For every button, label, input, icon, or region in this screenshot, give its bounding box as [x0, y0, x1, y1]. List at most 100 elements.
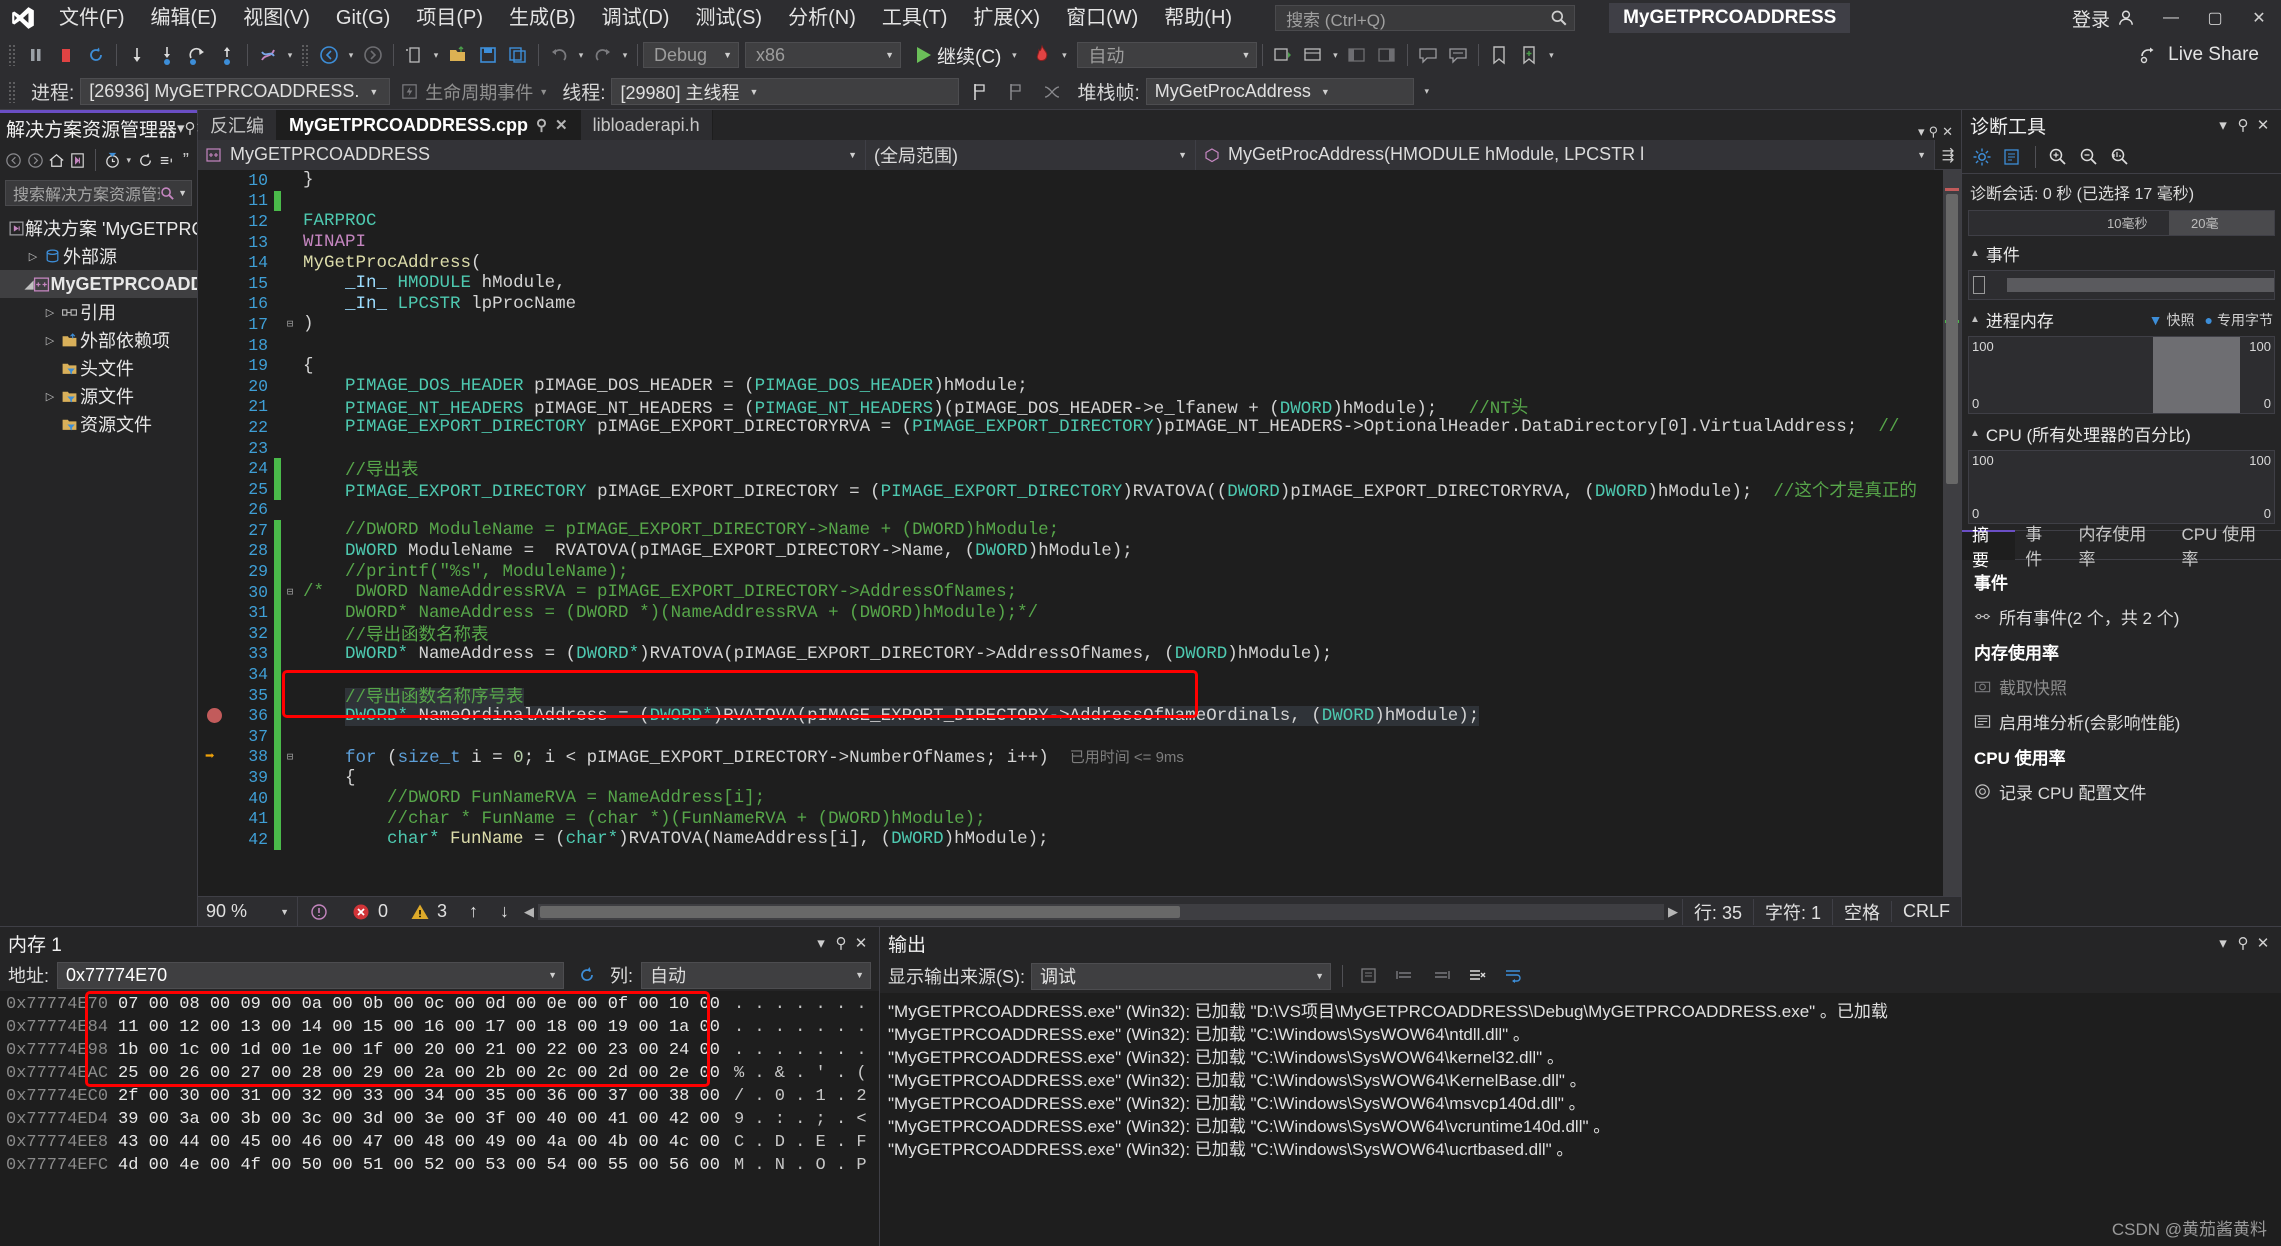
line-glyph-marg[interactable]: [198, 314, 236, 335]
memory-menu-icon[interactable]: ▾: [811, 932, 831, 954]
line-glyph-marg[interactable]: [198, 788, 236, 809]
code-line-11[interactable]: 11: [198, 191, 1943, 212]
line-glyph-marg[interactable]: [198, 520, 236, 541]
save-all-icon[interactable]: [503, 40, 533, 70]
toolbar-grip-2[interactable]: [301, 44, 310, 66]
navigate-backward-caret-icon[interactable]: ▾: [344, 40, 358, 70]
line-glyph-marg[interactable]: [198, 705, 236, 726]
solution-tree[interactable]: 解决方案 'MyGETPRCOADDI▷外部源◢MyGETPRCOADDRESS…: [0, 209, 197, 926]
code-line-12[interactable]: 12FARPROC: [198, 211, 1943, 232]
hscroll-right-arrow-icon[interactable]: ▶: [1668, 904, 1682, 920]
se-pending-caret-icon[interactable]: ▾: [124, 145, 134, 175]
sign-in-button[interactable]: 登录: [2058, 5, 2149, 32]
close-button[interactable]: ✕: [2237, 0, 2281, 36]
hot-reload-icon[interactable]: [253, 40, 283, 70]
code-line-10[interactable]: 10}: [198, 170, 1943, 191]
tree-twisty-icon[interactable]: ▷: [42, 390, 58, 403]
se-properties-icon[interactable]: ”: [179, 149, 193, 171]
memory-row-3[interactable]: 0x77774EAC25 00 26 00 27 00 28 00 29 00 …: [0, 1062, 879, 1085]
diag-pin-icon[interactable]: ⚲: [2233, 114, 2253, 136]
toolbar-grip[interactable]: [8, 44, 17, 66]
output-source-select[interactable]: 调试 ▼: [1031, 963, 1331, 990]
nav-project-select[interactable]: MyGETPRCOADDRESS ▼: [198, 140, 866, 170]
diag-tab-memory[interactable]: 内存使用率: [2068, 530, 2171, 560]
line-glyph-marg[interactable]: [198, 417, 236, 438]
process-auto-select[interactable]: 自动 ▼: [1077, 42, 1257, 68]
output-goto-next-icon[interactable]: [1426, 961, 1456, 991]
menu-window[interactable]: 窗口(W): [1053, 0, 1151, 36]
code-line-18[interactable]: 18: [198, 335, 1943, 356]
fold-toggle-icon[interactable]: ⊟: [281, 750, 299, 764]
code-line-30[interactable]: 30⊟/* DWORD NameAddressRVA = pIMAGE_EXPO…: [198, 582, 1943, 603]
editor-scroll-thumb[interactable]: [1946, 194, 1958, 484]
menu-file[interactable]: 文件(F): [46, 0, 138, 36]
output-close-icon[interactable]: ✕: [2253, 932, 2273, 954]
diag-menu-icon[interactable]: ▾: [2213, 114, 2233, 136]
continue-button[interactable]: 继续(C): [911, 40, 1007, 70]
menu-build[interactable]: 生成(B): [496, 0, 589, 36]
tab-pin-icon[interactable]: ⚲: [536, 116, 547, 134]
restart-button[interactable]: [81, 40, 111, 70]
minimize-button[interactable]: —: [2149, 0, 2193, 36]
line-glyph-marg[interactable]: [198, 685, 236, 706]
se-back-icon[interactable]: [4, 147, 23, 174]
memory-row-1[interactable]: 0x77774E8411 00 12 00 13 00 14 00 15 00 …: [0, 1016, 879, 1039]
summary-row-6[interactable]: 记录 CPU 配置文件: [1966, 774, 2277, 809]
code-line-37[interactable]: 37: [198, 726, 1943, 747]
solution-explorer-menu-icon[interactable]: ▾: [177, 117, 185, 139]
window-layout-icon[interactable]: [1298, 40, 1328, 70]
code-line-26[interactable]: 26: [198, 500, 1943, 521]
tree-item-5[interactable]: 头文件: [0, 354, 197, 382]
fold-toggle-icon[interactable]: ⊟: [281, 585, 299, 599]
fold-toggle-icon[interactable]: ⊟: [281, 317, 299, 331]
line-glyph-marg[interactable]: [198, 438, 236, 459]
unflag-threads-icon[interactable]: [1001, 77, 1031, 107]
warning-count[interactable]: 3: [399, 901, 458, 922]
tab-disassembly[interactable]: 反汇编: [198, 110, 277, 140]
code-line-19[interactable]: 19{: [198, 355, 1943, 376]
show-threads-icon[interactable]: [1037, 77, 1067, 107]
menu-extensions[interactable]: 扩展(X): [960, 0, 1053, 36]
summary-row-3[interactable]: 截取快照: [1966, 669, 2277, 704]
tab-list-caret-icon[interactable]: ▾: [1918, 124, 1925, 140]
output-menu-icon[interactable]: ▾: [2213, 932, 2233, 954]
line-glyph-marg[interactable]: [198, 458, 236, 479]
line-glyph-marg[interactable]: [198, 294, 236, 315]
line-glyph-marg[interactable]: [198, 829, 236, 850]
hot-reload-flame-icon[interactable]: [1027, 40, 1057, 70]
se-pending-changes-icon[interactable]: [102, 147, 121, 174]
editor-horizontal-scrollbar[interactable]: [538, 904, 1664, 920]
maximize-button[interactable]: ▢: [2193, 0, 2237, 36]
prev-issue-button[interactable]: ↑: [458, 901, 489, 922]
tab-close-panel-icon[interactable]: ✕: [1942, 124, 1953, 140]
line-glyph-marg[interactable]: [198, 479, 236, 500]
tree-item-0[interactable]: 解决方案 'MyGETPRCOADDI: [0, 214, 197, 242]
nav-scope-select[interactable]: (全局范围) ▼: [866, 140, 1196, 170]
bookmark-caret-icon[interactable]: ▾: [1544, 40, 1558, 70]
memory-columns-select[interactable]: 自动 ▼: [641, 962, 871, 989]
diag-cpu-section-header[interactable]: ▲ CPU (所有处理器的百分比): [1962, 416, 2281, 448]
line-glyph-marg[interactable]: [198, 397, 236, 418]
line-glyph-marg[interactable]: [198, 664, 236, 685]
output-find-message-icon[interactable]: [1354, 961, 1384, 991]
code-line-23[interactable]: 23: [198, 438, 1943, 459]
diag-tab-summary[interactable]: 摘要: [1962, 530, 2015, 560]
undo-button[interactable]: [544, 40, 574, 70]
continue-caret-icon[interactable]: ▾: [1007, 40, 1021, 70]
navigate-backward-button[interactable]: [314, 40, 344, 70]
solution-explorer-search-input[interactable]: 搜索解决方案资源管理器(C ▼: [5, 180, 192, 206]
attach-to-process-icon[interactable]: [1268, 40, 1298, 70]
show-next-statement-button[interactable]: [122, 40, 152, 70]
menu-analyze[interactable]: 分析(N): [775, 0, 869, 36]
navigate-forward-button[interactable]: [358, 40, 388, 70]
code-line-13[interactable]: 13WINAPI: [198, 232, 1943, 253]
diagnostic-timeline-ruler[interactable]: 10毫秒 20毫: [1968, 210, 2275, 236]
se-home-icon[interactable]: [47, 147, 66, 174]
line-glyph-marg[interactable]: [198, 767, 236, 788]
tab-pin-panel-icon[interactable]: ⚲: [1929, 124, 1939, 140]
diag-tab-cpu[interactable]: CPU 使用率: [2171, 530, 2281, 560]
code-line-17[interactable]: 17⊟): [198, 314, 1943, 335]
line-glyph-marg[interactable]: [198, 582, 236, 603]
code-line-36[interactable]: 36 DWORD* NameOrdinalAddress = (DWORD*)R…: [198, 705, 1943, 726]
code-line-33[interactable]: 33 DWORD* NameAddress = (DWORD*)RVATOVA(…: [198, 644, 1943, 665]
